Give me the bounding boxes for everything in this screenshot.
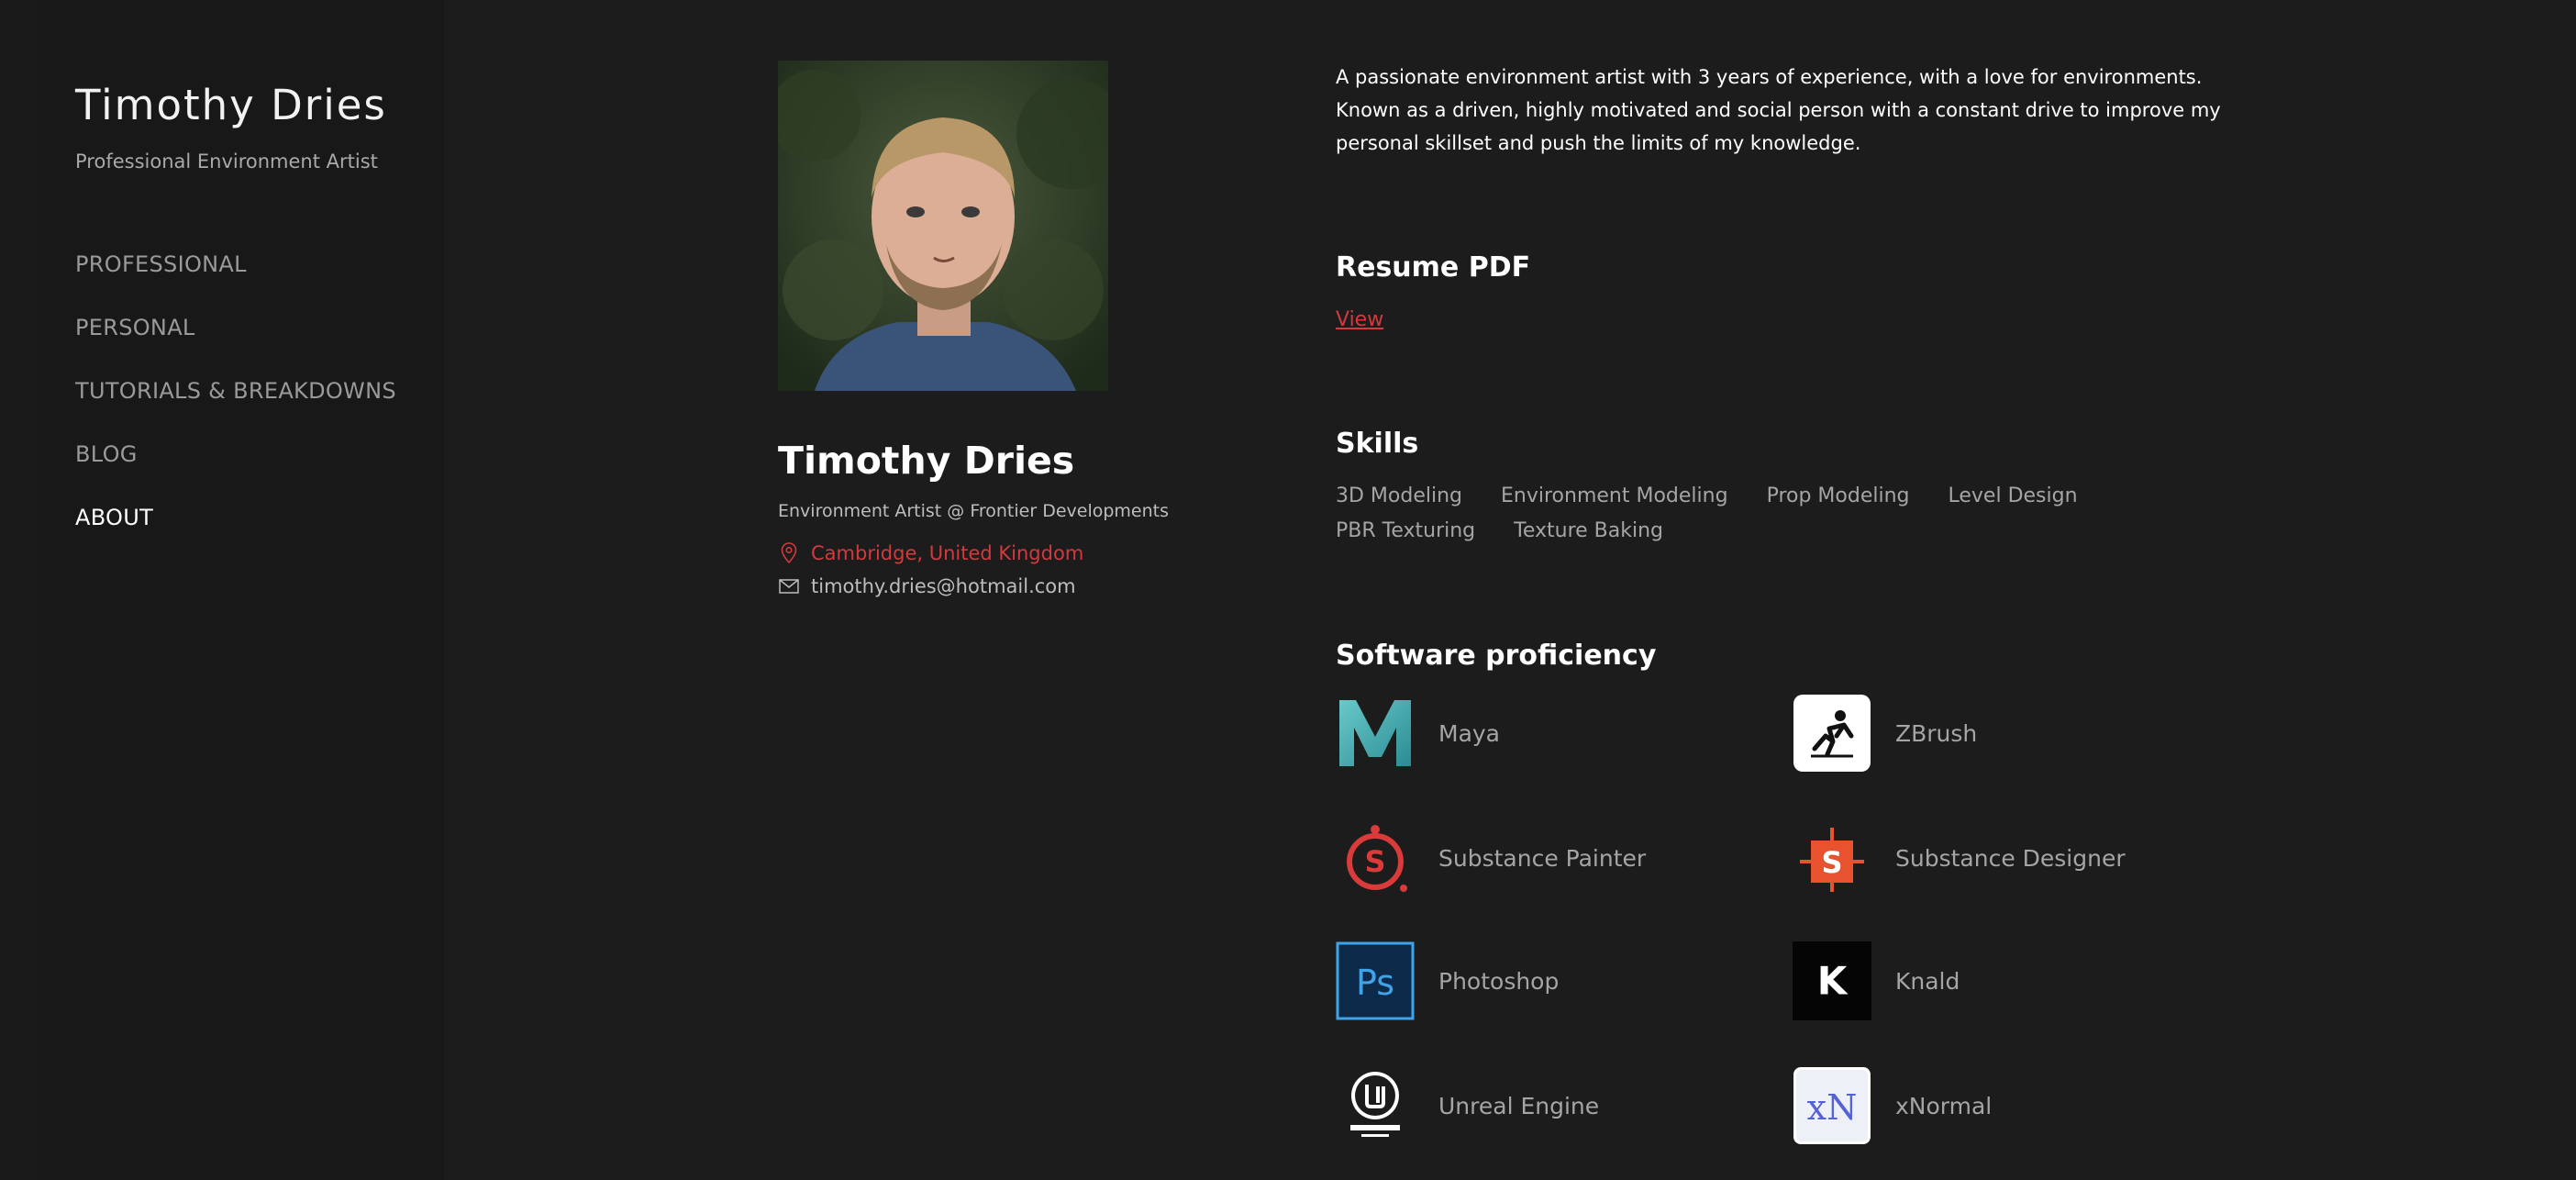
svg-text:K: K (1817, 958, 1849, 1003)
bio: A passionate environment artist with 3 y… (1336, 61, 2271, 160)
bio-line-2: Known as a driven, highly motivated and … (1336, 99, 2221, 154)
software-label: xNormal (1895, 1092, 1993, 1119)
software-item-zbrush: ZBrush (1793, 694, 1977, 773)
software-label: Substance Designer (1895, 844, 2126, 872)
skills-list: 3D Modeling Environment Modeling Prop Mo… (1336, 481, 2161, 551)
zbrush-logo-icon (1793, 694, 1871, 773)
nav-item-personal[interactable]: PERSONAL (75, 315, 396, 378)
profile-job-title: Environment Artist @ Frontier Developmen… (778, 501, 1170, 521)
software-label: Substance Painter (1438, 844, 1647, 872)
maya-logo-icon (1336, 694, 1415, 773)
software-item-substance-painter: S Substance Painter (1336, 818, 1646, 897)
skills-heading: Skills (1336, 428, 1419, 460)
resume-heading: Resume PDF (1336, 251, 1531, 284)
photoshop-logo-icon: Ps (1336, 941, 1415, 1020)
software-label: Photoshop (1438, 967, 1560, 995)
profile-location: Cambridge, United Kingdom (778, 540, 1083, 567)
skill-item: Level Design (1948, 484, 2078, 507)
nav-item-tutorials-breakdowns[interactable]: TUTORIALS & BREAKDOWNS (75, 378, 396, 441)
nav-item-about[interactable]: ABOUT (75, 505, 396, 568)
software-item-unreal-engine: Unreal Engine (1336, 1066, 1599, 1145)
email-text[interactable]: timothy.dries@hotmail.com (811, 575, 1076, 597)
sidebar: Timothy Dries Professional Environment A… (37, 0, 444, 1180)
main-nav: PROFESSIONAL PERSONAL TUTORIALS & BREAKD… (75, 251, 396, 568)
bio-line-1: A passionate environment artist with 3 y… (1336, 66, 2203, 88)
resume-view-link[interactable]: View (1336, 308, 1383, 331)
skill-item: PBR Texturing (1336, 519, 1476, 542)
site-subtitle: Professional Environment Artist (75, 150, 378, 173)
software-item-photoshop: Ps Photoshop (1336, 941, 1559, 1020)
unreal-engine-logo-icon (1336, 1066, 1415, 1145)
profile-email: timothy.dries@hotmail.com (778, 573, 1076, 600)
knald-logo-icon: K (1793, 941, 1871, 1020)
nav-item-blog[interactable]: BLOG (75, 441, 396, 505)
substance-designer-logo-icon: S (1793, 818, 1871, 897)
profile-photo (778, 61, 1108, 391)
software-label: Unreal Engine (1438, 1092, 1600, 1119)
software-item-maya: Maya (1336, 694, 1500, 773)
software-heading: Software proficiency (1336, 640, 1657, 672)
xnormal-logo-icon: xN (1793, 1066, 1871, 1145)
svg-text:S: S (1821, 845, 1842, 880)
nav-item-professional[interactable]: PROFESSIONAL (75, 251, 396, 315)
profile-name: Timothy Dries (778, 439, 1075, 483)
software-label: Knald (1895, 967, 1960, 995)
page-left-gutter (0, 0, 37, 1180)
software-label: Maya (1438, 719, 1501, 747)
substance-painter-logo-icon: S (1336, 818, 1415, 897)
skill-item: Environment Modeling (1501, 484, 1728, 507)
svg-text:S: S (1364, 844, 1385, 879)
site-title[interactable]: Timothy Dries (75, 81, 387, 129)
skill-item: 3D Modeling (1336, 484, 1463, 507)
location-text[interactable]: Cambridge, United Kingdom (811, 542, 1083, 564)
portrait-image (778, 61, 1108, 391)
skill-item: Prop Modeling (1766, 484, 1910, 507)
map-pin-icon (778, 541, 800, 565)
svg-text:xN: xN (1807, 1087, 1858, 1128)
software-item-xnormal: xN xNormal (1793, 1066, 1992, 1145)
skill-item: Texture Baking (1514, 519, 1664, 542)
software-item-knald: K Knald (1793, 941, 1960, 1020)
software-item-substance-designer: S Substance Designer (1793, 818, 2126, 897)
software-label: ZBrush (1895, 719, 1978, 747)
svg-text:Ps: Ps (1356, 963, 1394, 1003)
envelope-icon (778, 574, 800, 598)
